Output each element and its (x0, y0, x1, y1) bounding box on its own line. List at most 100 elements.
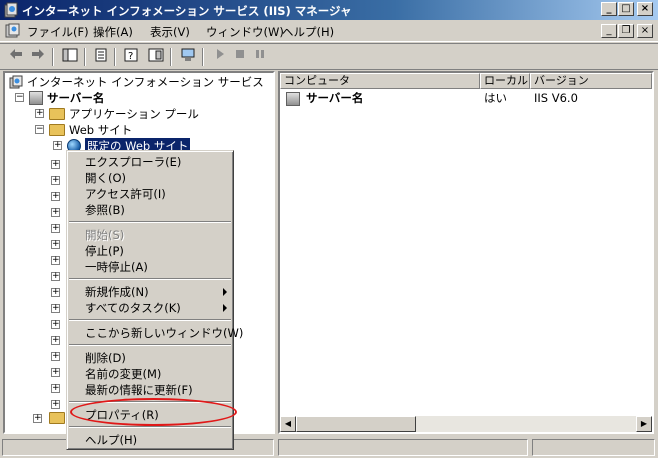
mdi-restore-button[interactable]: ❐ (618, 24, 634, 38)
stop-icon[interactable] (230, 48, 250, 66)
column-header-computer[interactable]: コンピュータ (280, 73, 480, 89)
forward-icon[interactable] (28, 48, 48, 66)
menu-item-explore[interactable]: エクスプローラ(E) (67, 154, 233, 170)
menu-file[interactable]: ファイル(F) (27, 24, 89, 40)
expand-expander[interactable]: + (51, 240, 60, 249)
mmc-document-icon (5, 23, 20, 38)
expand-expander[interactable]: + (51, 176, 60, 185)
scroll-left-arrow-icon[interactable]: ◀ (280, 416, 296, 432)
list-cell-computer: サーバー名 (306, 91, 364, 105)
column-header-local[interactable]: ローカル (480, 73, 530, 89)
list-cell-version: IIS V6.0 (534, 91, 578, 105)
tree-label-root: インターネット インフォメーション サービス (27, 75, 264, 89)
menu-item-open[interactable]: 開く(O) (67, 170, 233, 186)
menu-separator (69, 319, 231, 321)
expand-expander[interactable]: + (51, 304, 60, 313)
menu-item-help[interactable]: ヘルプ(H) (67, 432, 233, 448)
menu-separator (69, 426, 231, 428)
server-icon (286, 92, 300, 106)
iis-app-icon (4, 2, 18, 18)
menu-separator (69, 278, 231, 280)
expand-expander[interactable]: + (51, 288, 60, 297)
back-icon[interactable] (6, 48, 26, 66)
maximize-button[interactable]: □ (618, 2, 634, 16)
status-cell (532, 439, 655, 456)
horizontal-scrollbar[interactable]: ◀ ▶ (280, 416, 652, 432)
collapse-expander[interactable]: − (15, 93, 24, 102)
toolbar-separator (84, 48, 86, 66)
expand-expander[interactable]: + (51, 352, 60, 361)
menu-separator (69, 221, 231, 223)
tree-label-server: サーバー名 (47, 91, 105, 105)
menu-item-new-label: 新規作成(N) (85, 285, 149, 299)
expand-expander[interactable]: + (51, 368, 60, 377)
expand-expander[interactable]: + (51, 208, 60, 217)
menu-item-delete[interactable]: 削除(D) (67, 350, 233, 366)
menu-view[interactable]: 表示(V) (150, 24, 190, 40)
expand-expander[interactable]: + (51, 272, 60, 281)
help-icon[interactable]: ? (122, 48, 142, 66)
folder-icon (49, 108, 65, 120)
expand-expander[interactable]: + (53, 141, 62, 150)
minimize-button[interactable]: _ (601, 2, 617, 16)
list-pane[interactable]: コンピュータ ローカル バージョン サーバー名 はい IIS V6.0 ◀ ▶ (278, 71, 654, 434)
menu-item-all-tasks-label: すべてのタスク(K) (85, 301, 181, 315)
menu-item-stop[interactable]: 停止(P) (67, 243, 233, 259)
pause-icon[interactable] (250, 48, 270, 66)
mdi-minimize-button[interactable]: _ (601, 24, 617, 38)
tree-label-app-pools: アプリケーション プール (69, 107, 199, 121)
toolbar: ? (0, 43, 658, 70)
menu-item-browse[interactable]: 参照(B) (67, 202, 233, 218)
toolbar-separator (114, 48, 116, 66)
mdi-close-button[interactable]: × (637, 24, 653, 38)
submenu-arrow-icon (223, 304, 227, 312)
expand-expander[interactable]: + (51, 192, 60, 201)
export-list-icon[interactable] (92, 48, 112, 66)
expand-expander[interactable]: + (35, 109, 44, 118)
menu-window[interactable]: ウィンドウ(W) (206, 24, 284, 40)
computer-icon[interactable] (178, 48, 198, 66)
menu-item-new[interactable]: 新規作成(N) (67, 284, 233, 300)
menu-item-start[interactable]: 開始(S) (67, 227, 233, 243)
expand-expander[interactable]: + (51, 256, 60, 265)
menu-separator (69, 344, 231, 346)
status-cell (278, 439, 528, 456)
play-icon[interactable] (210, 48, 230, 66)
expand-expander[interactable]: + (51, 224, 60, 233)
scroll-right-arrow-icon[interactable]: ▶ (636, 416, 652, 432)
menu-item-permissions[interactable]: アクセス許可(I) (67, 186, 233, 202)
menu-item-pause[interactable]: 一時停止(A) (67, 259, 233, 275)
expand-expander[interactable]: + (51, 400, 60, 409)
submenu-arrow-icon (223, 288, 227, 296)
server-icon (29, 91, 43, 105)
scroll-thumb[interactable] (296, 416, 416, 432)
close-button[interactable]: × (637, 2, 653, 16)
menu-action[interactable]: 操作(A) (93, 24, 133, 40)
toolbar-separator (170, 48, 172, 66)
menu-item-rename[interactable]: 名前の変更(M) (67, 366, 233, 382)
show-hide-tree-icon[interactable] (60, 48, 80, 66)
menu-item-new-window[interactable]: ここから新しいウィンドウ(W) (67, 325, 243, 341)
menu-help[interactable]: ヘルプ(H) (282, 24, 334, 40)
properties-icon[interactable] (146, 48, 166, 66)
expand-expander[interactable]: + (51, 336, 60, 345)
list-cell-local: はい (484, 91, 507, 105)
collapse-expander[interactable]: − (35, 125, 44, 134)
expand-expander[interactable]: + (51, 384, 60, 393)
svg-text:?: ? (128, 51, 133, 62)
toolbar-separator (52, 48, 54, 66)
properties-highlight-ellipse (70, 398, 237, 426)
window-title: インターネット インフォメーション サービス (IIS) マネージャ (22, 4, 352, 18)
menu-item-refresh[interactable]: 最新の情報に更新(F) (67, 382, 233, 398)
folder-icon (49, 412, 65, 424)
iis-root-icon (9, 75, 23, 89)
expand-expander[interactable]: + (51, 160, 60, 169)
expand-expander[interactable]: + (51, 320, 60, 329)
toolbar-separator (202, 48, 204, 66)
column-header-version[interactable]: バージョン (530, 73, 652, 89)
folder-open-icon (49, 124, 65, 136)
expand-expander[interactable]: + (33, 414, 42, 423)
menu-bar: ファイル(F) 操作(A) 表示(V) ウィンドウ(W) ヘルプ(H) (0, 20, 658, 42)
tree-label-websites: Web サイト (69, 123, 133, 137)
menu-item-all-tasks[interactable]: すべてのタスク(K) (67, 300, 233, 316)
